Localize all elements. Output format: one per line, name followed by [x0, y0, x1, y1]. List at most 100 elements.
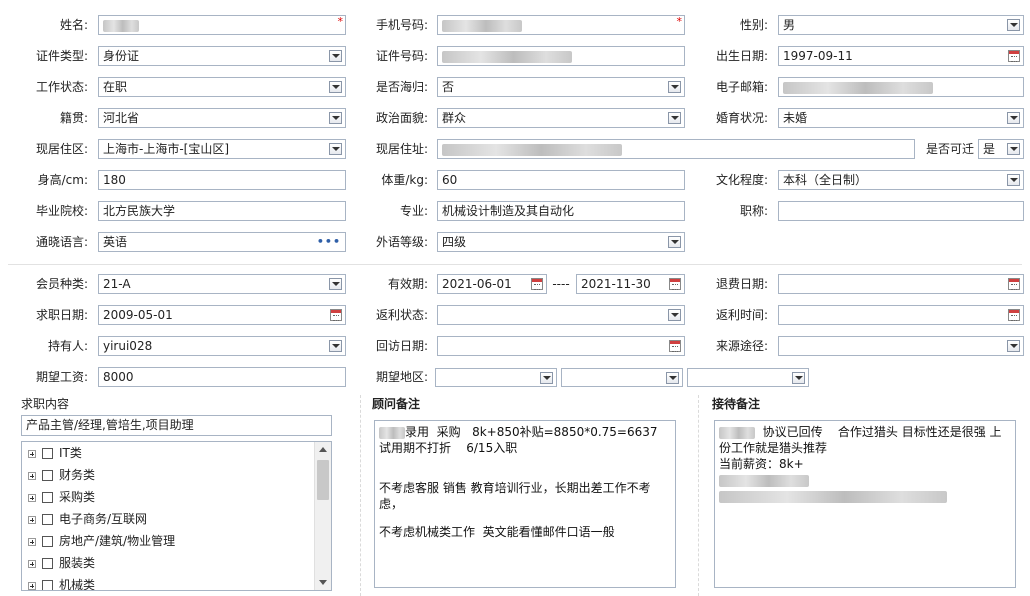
- chevron-down-icon[interactable]: [329, 50, 342, 62]
- expand-icon[interactable]: [28, 581, 36, 590]
- chevron-down-icon[interactable]: [668, 309, 681, 321]
- checkbox[interactable]: [42, 492, 53, 503]
- rebate-time-input[interactable]: [778, 305, 1024, 325]
- chevron-down-icon[interactable]: [1007, 112, 1020, 124]
- height-input[interactable]: 180: [98, 170, 346, 190]
- address-input[interactable]: [437, 139, 915, 159]
- checkbox[interactable]: [42, 558, 53, 569]
- phone-input[interactable]: *: [437, 15, 685, 35]
- tree-item[interactable]: 财务类: [28, 466, 95, 484]
- expand-icon[interactable]: [28, 559, 36, 568]
- tree-item[interactable]: 采购类: [28, 488, 95, 506]
- chevron-down-icon[interactable]: [329, 112, 342, 124]
- id-no-input[interactable]: [437, 46, 685, 66]
- returnee-select[interactable]: 否: [437, 77, 685, 97]
- education-select[interactable]: 本科（全日制）: [778, 170, 1024, 190]
- native-select[interactable]: 河北省: [98, 108, 346, 128]
- chevron-down-icon[interactable]: [1007, 174, 1020, 186]
- chevron-down-icon[interactable]: [540, 372, 553, 384]
- chevron-down-icon[interactable]: [329, 340, 342, 352]
- calendar-icon[interactable]: [1008, 278, 1020, 290]
- title-input[interactable]: [778, 201, 1024, 221]
- calendar-icon[interactable]: [669, 340, 681, 352]
- salary-input[interactable]: 8000: [98, 367, 346, 387]
- chevron-down-icon[interactable]: [666, 372, 679, 384]
- job-summary-input[interactable]: 产品主管/经理,管培生,项目助理: [21, 415, 332, 436]
- chevron-down-icon[interactable]: [329, 143, 342, 155]
- tree-item[interactable]: IT类: [28, 444, 82, 462]
- calendar-icon[interactable]: [531, 278, 543, 290]
- work-status-select[interactable]: 在职: [98, 77, 346, 97]
- scrollbar-thumb[interactable]: [317, 460, 329, 500]
- chevron-down-icon[interactable]: [668, 81, 681, 93]
- id-type-select[interactable]: 身份证: [98, 46, 346, 66]
- chevron-down-icon[interactable]: [668, 236, 681, 248]
- chevron-down-icon[interactable]: [792, 372, 805, 384]
- checkbox[interactable]: [42, 536, 53, 547]
- chevron-down-icon[interactable]: [668, 112, 681, 124]
- chevron-down-icon[interactable]: [1007, 143, 1020, 155]
- weight-input[interactable]: 60: [437, 170, 685, 190]
- name-input[interactable]: *: [98, 15, 346, 35]
- gender-label: 性别:: [739, 18, 768, 32]
- checkbox[interactable]: [42, 448, 53, 459]
- region-district-select[interactable]: [687, 368, 809, 387]
- checkbox[interactable]: [42, 580, 53, 590]
- calendar-icon[interactable]: [1008, 50, 1020, 62]
- tree-item[interactable]: 服装类: [28, 554, 95, 572]
- rebate-status-select[interactable]: [437, 305, 685, 325]
- calendar-icon[interactable]: [669, 278, 681, 290]
- chevron-down-icon[interactable]: [329, 278, 342, 290]
- chevron-down-icon[interactable]: [329, 81, 342, 93]
- expand-icon[interactable]: [28, 515, 36, 524]
- gender-select[interactable]: 男: [778, 15, 1024, 35]
- member-type-select[interactable]: 21-A: [98, 274, 346, 294]
- checkbox[interactable]: [42, 470, 53, 481]
- birth-date-input[interactable]: 1997-09-11: [778, 46, 1024, 66]
- advisor-notes-textarea[interactable]: 录用 采购 8k+850补贴=8850*0.75=6637 试用期不打折 6/1…: [374, 420, 676, 588]
- scroll-down-icon[interactable]: [319, 580, 327, 585]
- region-province-select[interactable]: [435, 368, 557, 387]
- language-value: 英语: [103, 235, 128, 249]
- language-input[interactable]: 英语 •••: [98, 232, 346, 252]
- expand-icon[interactable]: [28, 537, 36, 546]
- email-input[interactable]: [778, 77, 1024, 97]
- valid-from-input[interactable]: 2021-06-01: [437, 274, 547, 294]
- tree-item[interactable]: 电子商务/互联网: [28, 510, 147, 528]
- marital-value: 未婚: [783, 111, 808, 125]
- calendar-icon[interactable]: [1008, 309, 1020, 321]
- job-date-input[interactable]: 2009-05-01: [98, 305, 346, 325]
- scroll-up-icon[interactable]: [319, 447, 327, 452]
- marital-select[interactable]: 未婚: [778, 108, 1024, 128]
- more-options-icon[interactable]: •••: [317, 233, 341, 251]
- job-category-tree[interactable]: IT类 财务类 采购类 电子商务/互联网 房地产/建筑/物业管理 服装类 机械类: [21, 441, 332, 591]
- region-city-select[interactable]: [561, 368, 683, 387]
- residence-area-value: 上海市-上海市-[宝山区]: [103, 142, 230, 156]
- politics-select[interactable]: 群众: [437, 108, 685, 128]
- tree-item[interactable]: 机械类: [28, 576, 95, 590]
- major-input[interactable]: 机械设计制造及其自动化: [437, 201, 685, 221]
- holder-select[interactable]: yirui028: [98, 336, 346, 356]
- expand-icon[interactable]: [28, 449, 36, 458]
- valid-to-input[interactable]: 2021-11-30: [576, 274, 685, 294]
- chevron-down-icon[interactable]: [1007, 340, 1020, 352]
- residence-area-select[interactable]: 上海市-上海市-[宝山区]: [98, 139, 346, 159]
- weight-value: 60: [442, 173, 458, 187]
- tree-item[interactable]: 房地产/建筑/物业管理: [28, 532, 175, 550]
- expand-icon[interactable]: [28, 493, 36, 502]
- calendar-icon[interactable]: [330, 309, 342, 321]
- school-input[interactable]: 北方民族大学: [98, 201, 346, 221]
- visit-date-input[interactable]: [437, 336, 685, 356]
- lang-level-select[interactable]: 四级: [437, 232, 685, 252]
- relocate-select[interactable]: 是: [978, 139, 1024, 159]
- chevron-down-icon[interactable]: [1007, 19, 1020, 31]
- tree-scrollbar[interactable]: [314, 442, 331, 590]
- expand-icon[interactable]: [28, 471, 36, 480]
- phone-label: 手机号码:: [375, 18, 428, 32]
- reception-notes-textarea[interactable]: 协议已回传 合作过猎头 目标性还是很强 上份工作就是猎头推荐 当前薪资：8k+: [714, 420, 1016, 588]
- checkbox[interactable]: [42, 514, 53, 525]
- returnee-value: 否: [442, 80, 455, 94]
- source-select[interactable]: [778, 336, 1024, 356]
- refund-date-input[interactable]: [778, 274, 1024, 294]
